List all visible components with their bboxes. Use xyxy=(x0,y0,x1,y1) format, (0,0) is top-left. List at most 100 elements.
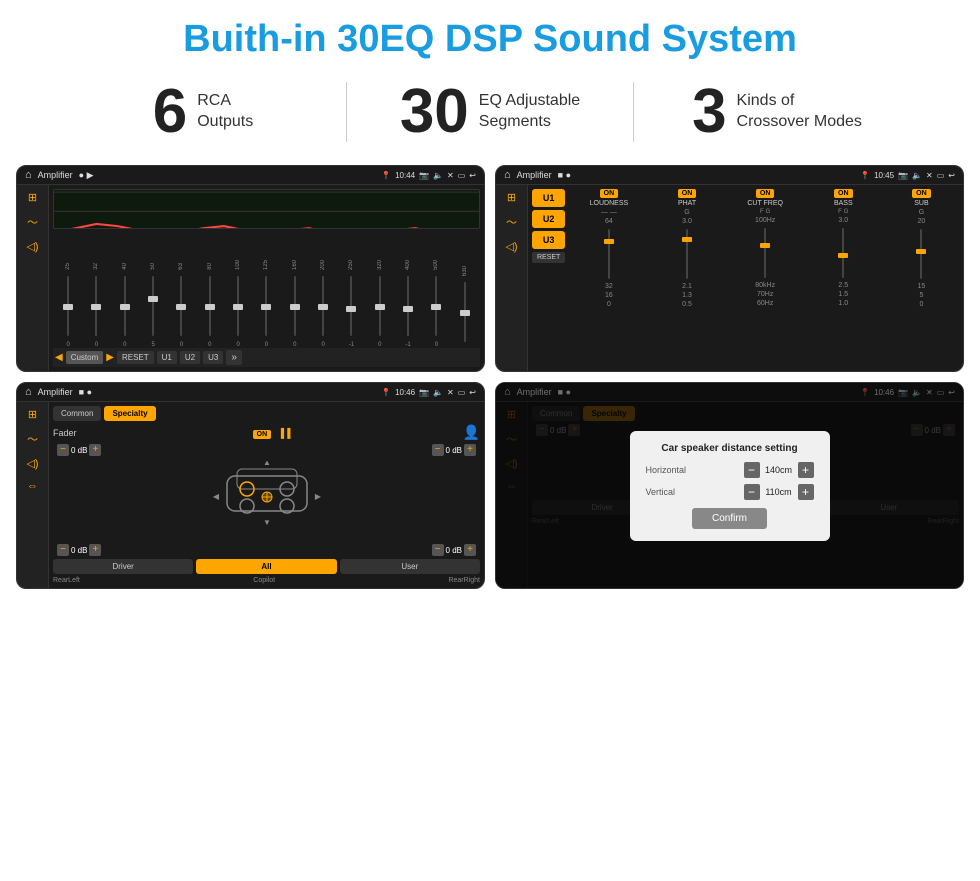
ch-slider-phat[interactable] xyxy=(686,229,688,279)
stat-rca: 6 RCA Outputs xyxy=(60,81,346,143)
confirm-button[interactable]: Confirm xyxy=(692,508,767,529)
minus-btn-tl[interactable]: − xyxy=(57,444,69,456)
extra-icon-3[interactable]: ⇔ xyxy=(27,480,38,492)
app-title-2: Amplifier xyxy=(517,170,552,180)
app-title-3: Amplifier xyxy=(38,387,73,397)
speaker-icon-3[interactable]: ◁) xyxy=(26,457,38,470)
eq-band-160: 160 0 xyxy=(282,260,308,348)
db-val-tl: 0 dB xyxy=(71,446,87,455)
android-screen-1: ⌂ Amplifier ● ▶ 📍 10:44 📷 🔈 ✕ ▭ ↩ xyxy=(17,166,484,371)
channel-loudness: ON LOUDNESS — — 64 32 16 0 xyxy=(571,189,646,308)
wave-icon-1[interactable]: 〜 xyxy=(27,214,38,230)
user-btn-3[interactable]: User xyxy=(340,559,480,574)
eq-bands: 25 0 32 xyxy=(53,233,480,348)
plus-btn-tr[interactable]: + xyxy=(464,444,476,456)
fader-tabs: Common Specialty xyxy=(53,406,480,421)
stat-text-eq: EQ Adjustable Segments xyxy=(479,91,580,133)
u2-preset-btn[interactable]: U2 xyxy=(532,210,565,228)
ch-name-phat: PHAT xyxy=(678,200,696,207)
channel-sub: ON SUB G 20 15 5 0 xyxy=(884,189,959,308)
ch-slider-loudness[interactable] xyxy=(608,229,610,279)
vol-icon-2: 🔈 xyxy=(912,171,922,180)
minus-btn-tr[interactable]: − xyxy=(432,444,444,456)
screen-content-1: ⊞ 〜 ◁) xyxy=(17,185,484,371)
speaker-icon-2[interactable]: ◁) xyxy=(505,240,517,253)
u3-preset-btn[interactable]: U3 xyxy=(532,231,565,249)
all-btn-3[interactable]: All xyxy=(196,559,336,574)
vertical-plus-btn[interactable]: + xyxy=(798,484,814,500)
status-bar-3: ⌂ Amplifier ■ ● 📍 10:46 📷 🔈 ✕ ▭ ↩ xyxy=(17,383,484,402)
vertical-label: Vertical xyxy=(646,487,701,497)
minus-btn-bl[interactable]: − xyxy=(57,544,69,556)
u2-btn[interactable]: U2 xyxy=(180,351,200,364)
wave-icon-2[interactable]: 〜 xyxy=(506,214,517,230)
driver-btn-3[interactable]: Driver xyxy=(53,559,193,574)
db-ctrl-bottomright: − 0 dB + xyxy=(432,544,476,556)
horizontal-minus-btn[interactable]: − xyxy=(744,462,760,478)
u1-preset-btn[interactable]: U1 xyxy=(532,189,565,207)
u1-btn[interactable]: U1 xyxy=(157,351,177,364)
back-icon-2[interactable]: ↩ xyxy=(948,171,955,180)
copilot-label-3: Copilot xyxy=(253,577,275,584)
ch-slider-sub[interactable] xyxy=(920,229,922,279)
eq-icon-3[interactable]: ⊞ xyxy=(28,408,37,421)
back-icon-1[interactable]: ↩ xyxy=(469,171,476,180)
ch-slider-cutfreq[interactable] xyxy=(764,228,766,278)
vertical-value: 110cm xyxy=(764,487,794,497)
eq-band-400: 400 -1 xyxy=(395,260,421,348)
fader-header: Fader ON ▐▐ 👤 xyxy=(53,424,480,441)
eq-band-25: 25 0 xyxy=(55,263,81,348)
vertical-minus-btn[interactable]: − xyxy=(744,484,760,500)
android-screen-4: ⌂ Amplifier ■ ● 📍 10:46 📷 🔈 ✕ ▭ ↩ xyxy=(496,383,963,588)
status-icons-2: ■ ● xyxy=(558,170,571,180)
left-sidebar-2: ⊞ 〜 ◁) xyxy=(496,185,528,371)
prev-preset-btn[interactable]: ◀ xyxy=(55,352,63,363)
eq-band-125: 125 0 xyxy=(253,260,279,348)
db-val-bl: 0 dB xyxy=(71,546,87,555)
ch-name-cutfreq: CUT FREQ xyxy=(747,200,783,207)
plus-btn-bl[interactable]: + xyxy=(89,544,101,556)
left-sidebar-3: ⊞ 〜 ◁) ⇔ xyxy=(17,402,49,588)
speaker-icon-1[interactable]: ◁) xyxy=(26,240,38,253)
stats-row: 6 RCA Outputs 30 EQ Adjustable Segments … xyxy=(0,71,980,157)
on-badge-bass: ON xyxy=(834,189,853,198)
ch-name-bass: BASS xyxy=(834,200,853,207)
eq-icon-1[interactable]: ⊞ xyxy=(28,191,37,204)
db-ctrl-bottomleft: − 0 dB + xyxy=(57,544,101,556)
next-preset-btn[interactable]: ▶ xyxy=(106,352,114,363)
on-badge-loudness: ON xyxy=(600,189,619,198)
home-icon-2[interactable]: ⌂ xyxy=(504,169,511,181)
ch-slider-bass[interactable] xyxy=(842,228,844,278)
cam-icon-1: 📷 xyxy=(419,171,429,180)
tab-common-3[interactable]: Common xyxy=(53,406,101,421)
bottom-btns-3: Driver All User xyxy=(53,559,480,574)
plus-btn-br[interactable]: + xyxy=(464,544,476,556)
on-badge-phat: ON xyxy=(678,189,697,198)
stat-number-6: 6 xyxy=(153,81,187,143)
stat-number-3: 3 xyxy=(692,81,726,143)
horizontal-ctrl: − 140cm + xyxy=(744,462,814,478)
plus-btn-tl[interactable]: + xyxy=(89,444,101,456)
reset-btn-2[interactable]: RESET xyxy=(532,252,565,263)
horizontal-plus-btn[interactable]: + xyxy=(798,462,814,478)
cam-icon-3: 📷 xyxy=(419,388,429,397)
eq-band-250: 250 -1 xyxy=(338,260,364,348)
x-icon-2: ✕ xyxy=(926,171,933,180)
minus-btn-br[interactable]: − xyxy=(432,544,444,556)
tab-specialty-3[interactable]: Specialty xyxy=(104,406,155,421)
wave-icon-3[interactable]: 〜 xyxy=(27,431,38,447)
cam-icon-2: 📷 xyxy=(898,171,908,180)
eq-icon-2[interactable]: ⊞ xyxy=(507,191,516,204)
custom-preset-btn[interactable]: Custom xyxy=(66,351,104,364)
more-btn[interactable]: » xyxy=(226,350,242,365)
channel-bass: ON BASS FG 3.0 2.5 1.5 1.0 xyxy=(806,189,881,308)
screens-grid: ⌂ Amplifier ● ▶ 📍 10:44 📷 🔈 ✕ ▭ ↩ xyxy=(0,157,980,597)
home-icon-3[interactable]: ⌂ xyxy=(25,386,32,398)
reset-btn[interactable]: RESET xyxy=(117,351,154,364)
home-icon-1[interactable]: ⌂ xyxy=(25,169,32,181)
battery-icon-2: ▭ xyxy=(937,171,945,180)
u3-btn[interactable]: U3 xyxy=(203,351,223,364)
svg-text:◀: ◀ xyxy=(212,492,219,501)
back-icon-3[interactable]: ↩ xyxy=(469,388,476,397)
play-icon-1: ● ▶ xyxy=(79,170,94,181)
